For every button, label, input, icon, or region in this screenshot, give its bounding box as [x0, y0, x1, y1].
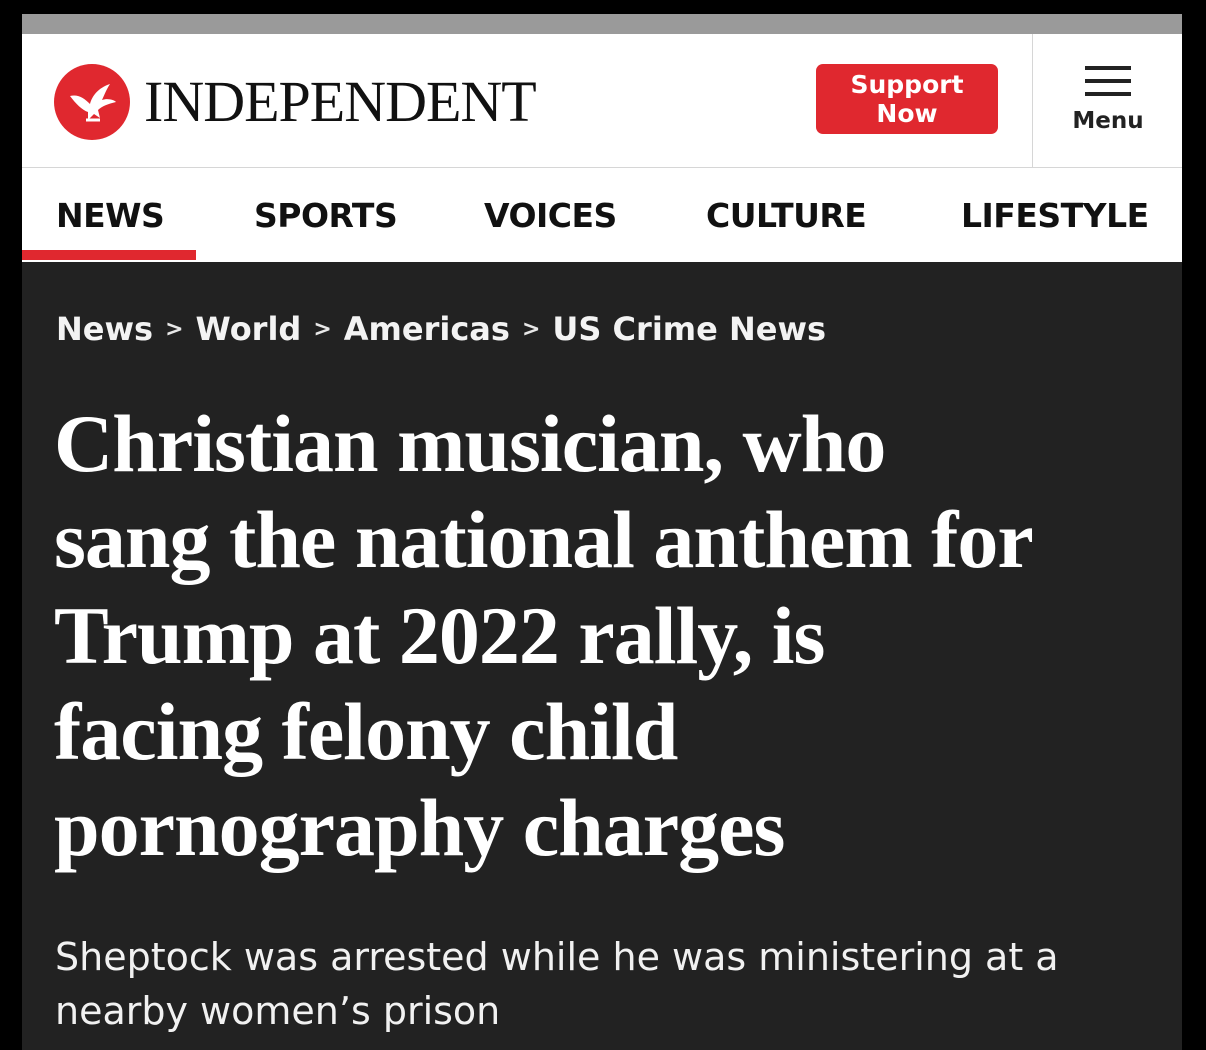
nav-active-indicator: [22, 250, 196, 260]
breadcrumb-americas[interactable]: Americas: [344, 310, 510, 348]
nav-item-sports[interactable]: SPORTS: [254, 196, 398, 236]
breadcrumb-separator: >: [521, 316, 541, 342]
hamburger-icon: [1085, 66, 1131, 96]
site-logo[interactable]: INDEPENDENT: [54, 62, 537, 142]
browser-top-strip: [22, 14, 1182, 34]
headline-line: Trump at 2022 rally, is: [54, 590, 825, 681]
section-nav: NEWS SPORTS VOICES CULTURE LIFESTYLE: [22, 168, 1182, 262]
standfirst-line: Sheptock was arrested while he was minis…: [55, 935, 1059, 979]
headline-line: facing felony child: [54, 686, 678, 777]
breadcrumb-separator: >: [165, 316, 184, 342]
article-headline: Christian musician, who sang the nationa…: [54, 396, 1164, 876]
eagle-icon: [54, 64, 130, 140]
masthead: INDEPENDENT Support Now Menu: [22, 34, 1182, 168]
header-divider: [1032, 34, 1033, 168]
headline-line: Christian musician, who: [54, 398, 886, 489]
menu-label: Menu: [1072, 108, 1144, 134]
site-wordmark: INDEPENDENT: [144, 69, 537, 134]
headline-line: sang the national anthem for: [54, 494, 1034, 585]
nav-item-lifestyle[interactable]: LIFESTYLE: [961, 196, 1149, 236]
article-page: INDEPENDENT Support Now Menu NEWS SPORTS…: [22, 14, 1182, 1050]
nav-item-voices[interactable]: VOICES: [484, 196, 617, 236]
breadcrumb-us-crime-news[interactable]: US Crime News: [552, 310, 826, 348]
menu-button[interactable]: Menu: [1052, 56, 1164, 146]
breadcrumb: News > World > Americas > US Crime News: [56, 310, 826, 348]
breadcrumb-separator: >: [313, 316, 332, 342]
article-standfirst: Sheptock was arrested while he was minis…: [55, 930, 1135, 1038]
breadcrumb-world[interactable]: World: [196, 310, 302, 348]
headline-line: pornography charges: [54, 782, 785, 873]
nav-item-news[interactable]: NEWS: [56, 196, 165, 236]
nav-item-culture[interactable]: CULTURE: [706, 196, 867, 236]
standfirst-line: nearby women’s prison: [55, 989, 501, 1033]
breadcrumb-news[interactable]: News: [56, 310, 153, 348]
support-now-button[interactable]: Support Now: [816, 64, 998, 134]
